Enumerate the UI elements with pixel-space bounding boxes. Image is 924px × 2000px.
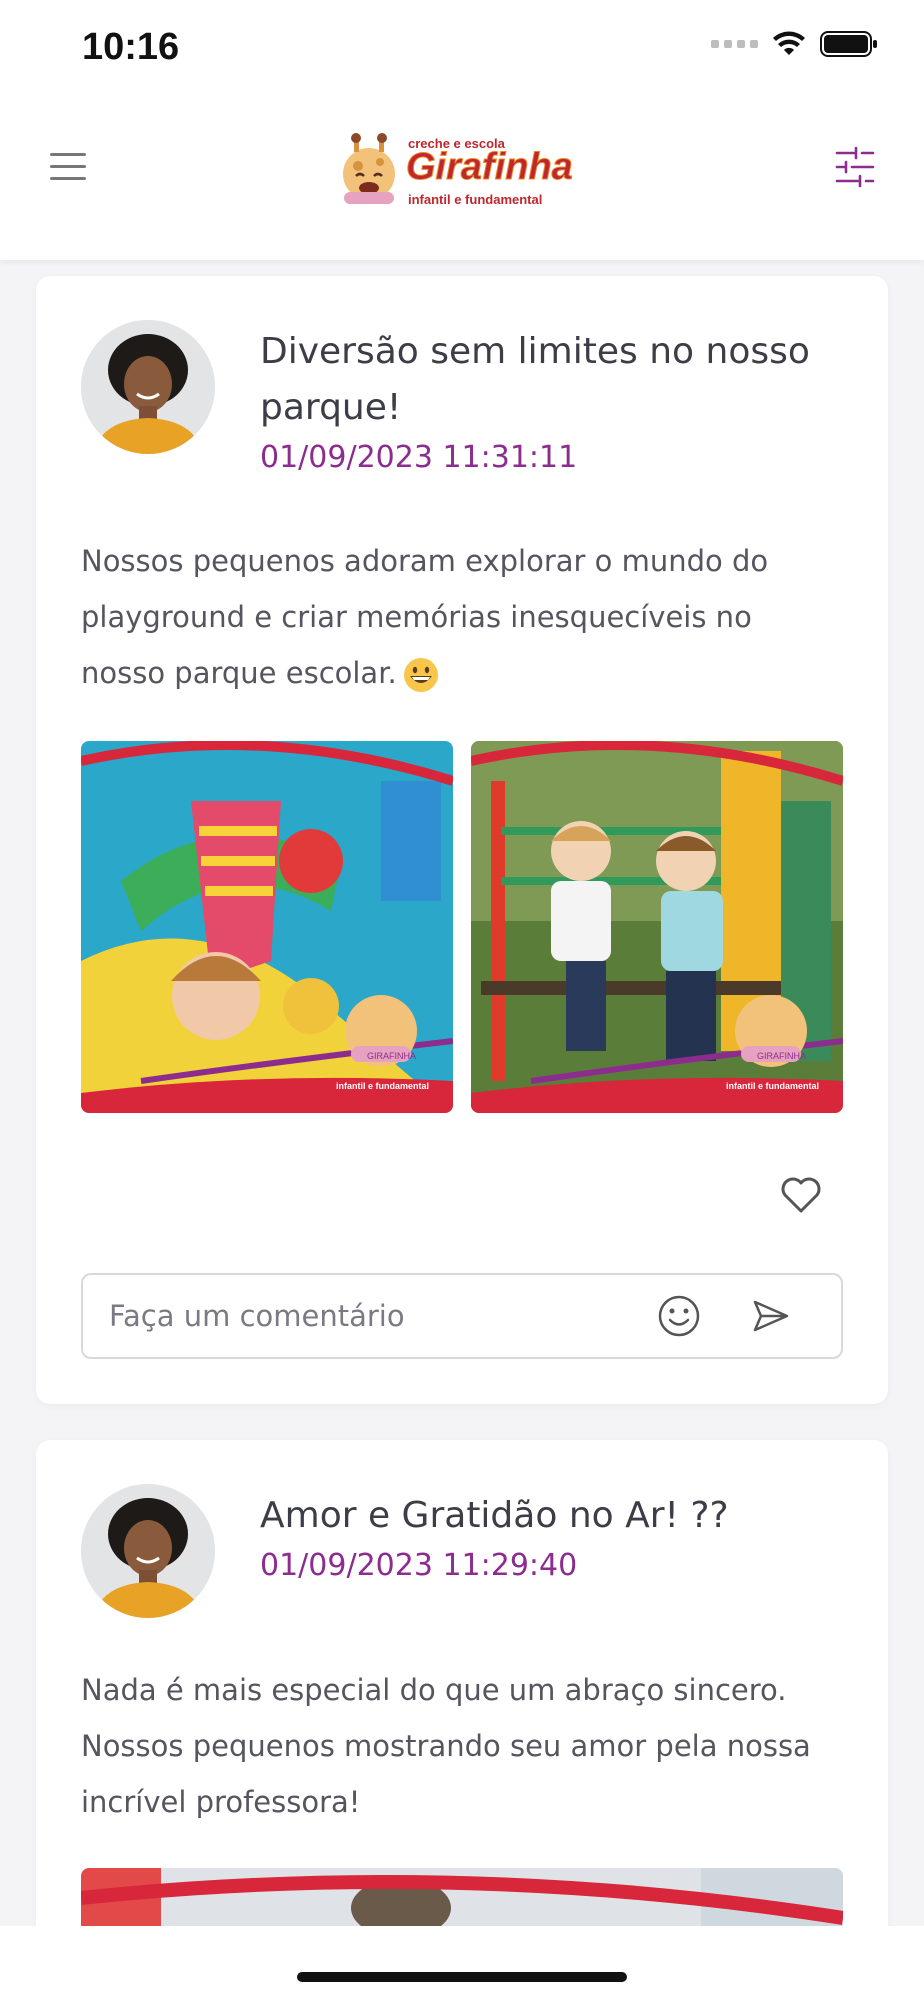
watermark-sub: infantil e fundamental	[726, 1081, 819, 1091]
signal-icon	[711, 40, 758, 48]
post-title: Diversão sem limites no nosso parque!	[260, 331, 810, 428]
post-title: Amor e Gratidão no Ar! ??	[260, 1495, 729, 1536]
post-text: Nada é mais especial do que um abraço si…	[81, 1673, 811, 1819]
home-indicator-area	[0, 1926, 924, 2000]
post-photos: GIRAFINHA infantil e fundamental GIRAFIN…	[81, 741, 843, 1113]
post-photo[interactable]: GIRAFINHA infantil e fundamental	[471, 741, 843, 1113]
author-avatar	[81, 1484, 215, 1618]
post-date: 01/09/2023 11:29:40	[260, 1548, 578, 1583]
filter-sliders-icon[interactable]	[834, 146, 876, 188]
post-card: Amor e Gratidão no Ar! ?? 01/09/2023 11:…	[36, 1440, 888, 1960]
wifi-icon	[773, 31, 805, 55]
post-feed: Diversão sem limites no nosso parque! 01…	[36, 276, 888, 1996]
grinning-emoji-icon	[403, 658, 438, 692]
status-icons	[711, 30, 878, 58]
author-avatar	[81, 320, 215, 454]
logo-sub-text: infantil e fundamental	[408, 192, 543, 207]
home-indicator[interactable]	[297, 1972, 627, 1982]
battery-icon	[820, 31, 877, 57]
watermark-name: GIRAFINHA	[367, 1051, 416, 1061]
post-photo[interactable]: GIRAFINHA infantil e fundamental	[81, 741, 453, 1113]
comment-input[interactable]	[83, 1276, 657, 1356]
logo-name-text: Girafinha	[406, 146, 574, 189]
post-header: Diversão sem limites no nosso parque! 01…	[81, 320, 843, 475]
status-time: 10:16	[82, 26, 180, 68]
post-photo[interactable]	[81, 1868, 843, 1928]
post-meta: Diversão sem limites no nosso parque! 01…	[260, 320, 843, 475]
heart-icon[interactable]	[779, 1173, 823, 1217]
school-logo: creche e escola Girafinha infantil e fun…	[334, 132, 604, 210]
watermark-name: GIRAFINHA	[757, 1051, 806, 1061]
giraffe-logo-icon	[343, 133, 395, 204]
app-header: creche e escola Girafinha infantil e fun…	[0, 100, 924, 260]
comment-box	[81, 1273, 843, 1359]
post-text: Nossos pequenos adoram explorar o mundo …	[81, 533, 843, 701]
hamburger-menu-icon[interactable]	[48, 150, 90, 184]
post-actions	[81, 1113, 843, 1273]
send-icon[interactable]	[751, 1296, 791, 1336]
post-header: Amor e Gratidão no Ar! ?? 01/09/2023 11:…	[81, 1484, 843, 1618]
post-meta: Amor e Gratidão no Ar! ?? 01/09/2023 11:…	[260, 1484, 729, 1583]
post-card: Diversão sem limites no nosso parque! 01…	[36, 276, 888, 1404]
status-bar: 10:16	[0, 0, 924, 100]
watermark-sub: infantil e fundamental	[336, 1081, 429, 1091]
smiley-icon[interactable]	[657, 1294, 701, 1338]
post-date: 01/09/2023 11:31:11	[260, 440, 578, 475]
